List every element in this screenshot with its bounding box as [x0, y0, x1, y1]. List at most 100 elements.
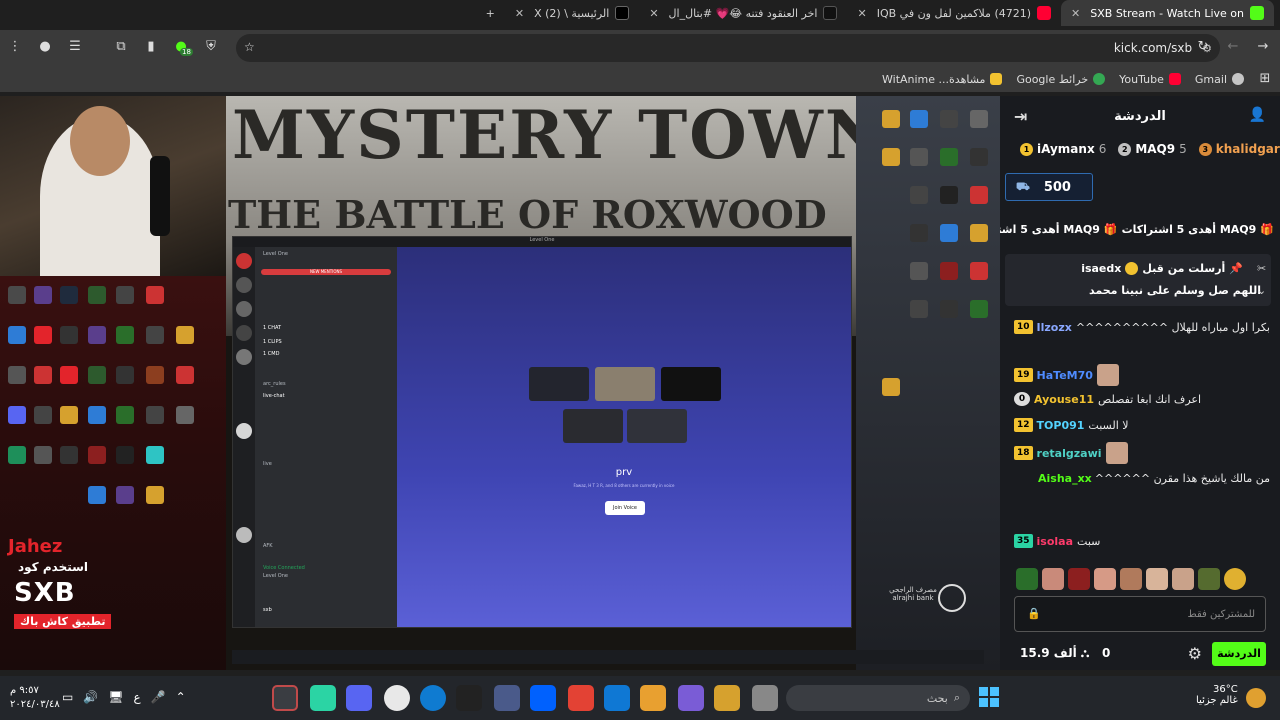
emote-icon[interactable]: [1094, 568, 1116, 590]
apps-grid-icon[interactable]: ⊞: [1258, 70, 1272, 88]
weather-widget[interactable]: 36°C غالم جزئيا: [1196, 684, 1238, 706]
emote-icon[interactable]: [1146, 568, 1168, 590]
chat-input[interactable]: 🔒 للمشتركين فقط: [1014, 596, 1266, 632]
app-icon[interactable]: [752, 685, 778, 711]
app-icon[interactable]: [568, 685, 594, 711]
desktop-icon: [146, 446, 164, 464]
close-tab-icon[interactable]: ✕: [1071, 7, 1080, 20]
tab-kick-stream[interactable]: SXB Stream - Watch Live on ✕: [1061, 0, 1274, 26]
tab-x[interactable]: الرئيسية \ X (2) ✕: [505, 0, 639, 26]
menu-dots-icon[interactable]: ⋮: [6, 38, 24, 56]
bookmark-youtube[interactable]: YouTube: [1119, 73, 1181, 86]
folder-icon: [882, 148, 900, 166]
send-chat-button[interactable]: الدردشة: [1212, 642, 1266, 666]
copilot-app-icon[interactable]: [678, 685, 704, 711]
desktop-icon: [60, 326, 78, 344]
bookmark-star-icon[interactable]: ☆: [244, 40, 255, 54]
language-indicator[interactable]: ع: [134, 690, 141, 704]
unpin-icon[interactable]: ✂: [1257, 262, 1266, 275]
bookmark-maps[interactable]: خرائط Google: [1016, 73, 1106, 86]
forward-icon[interactable]: ←: [1224, 38, 1242, 56]
chat-text: لا السبت: [1088, 418, 1129, 432]
back-icon[interactable]: →: [1254, 38, 1272, 56]
emote-icon[interactable]: [1198, 568, 1220, 590]
chat-username[interactable]: retalgzawi: [1037, 447, 1102, 460]
voice-tile: [563, 409, 623, 443]
tray-chevron-icon[interactable]: ⌃: [176, 690, 186, 704]
rank-badge: 2: [1118, 142, 1132, 156]
edge-app-icon[interactable]: [420, 685, 446, 711]
epic-games-app-icon[interactable]: [456, 685, 482, 711]
chat-username[interactable]: Ayouse11: [1034, 393, 1094, 406]
reading-list-icon[interactable]: ☰: [66, 38, 84, 56]
discord-app-icon[interactable]: [346, 685, 372, 711]
system-clock[interactable]: ٩:٥٧ م ٢٠٢٤/٠٣/٤٨: [10, 684, 60, 712]
extensions-icon[interactable]: ⧉: [112, 38, 130, 56]
close-tab-icon[interactable]: ✕: [857, 7, 866, 20]
tab-label: الرئيسية \ X (2): [534, 6, 610, 20]
shield-icon[interactable]: ⛨: [202, 38, 220, 56]
reload-icon[interactable]: ↻: [1194, 38, 1212, 56]
collapse-chat-icon[interactable]: ⇥: [1014, 107, 1027, 126]
tab-youtube[interactable]: (4721) ملاكمين لفل ون في IQB ✕: [847, 0, 1061, 26]
desktop-icon: [940, 300, 958, 318]
close-tab-icon[interactable]: ✕: [649, 7, 658, 20]
dropbox-app-icon[interactable]: [530, 685, 556, 711]
voice-channel-desc: Fawaz, H T 3 R, and 8 others are current…: [573, 483, 675, 488]
emote-icon[interactable]: [1068, 568, 1090, 590]
telegram-app-icon[interactable]: [272, 685, 298, 711]
stream-player[interactable]: MYSTERY TOWN THE BATTLE OF ROXWOOD Jahez…: [0, 96, 1000, 670]
chrome-app-icon[interactable]: [384, 685, 410, 711]
emote-icon[interactable]: [1172, 568, 1194, 590]
gifter-3[interactable]: 3 khalidgar: [1198, 142, 1280, 156]
youtube-favicon-icon: [1037, 6, 1052, 20]
emote-icon[interactable]: [1042, 568, 1064, 590]
channel-clips: 1 CLIPS: [263, 339, 282, 345]
close-tab-icon[interactable]: ✕: [515, 7, 524, 20]
new-tab-button[interactable]: +: [476, 0, 505, 26]
emote-icon[interactable]: [1016, 568, 1038, 590]
app-icon[interactable]: [494, 685, 520, 711]
chat-username[interactable]: TOP091: [1037, 419, 1085, 432]
emote-bar: [1016, 568, 1246, 590]
chat-username[interactable]: Ilzozx: [1037, 321, 1072, 334]
address-bar[interactable]: ☆ kick.com/sxb ⚙: [236, 34, 1220, 62]
users-icon[interactable]: 👤: [1249, 107, 1266, 123]
mic-icon[interactable]: 🎤: [151, 690, 166, 704]
maps-pin-icon: [1093, 73, 1106, 85]
store-app-icon[interactable]: [640, 685, 666, 711]
chat-username[interactable]: isolaa: [1037, 535, 1074, 548]
desktop-icon: [8, 446, 26, 464]
extension-icon[interactable]: ▮: [142, 38, 160, 56]
desktop-icon: [88, 326, 106, 344]
tab-tiktok[interactable]: اخر العنقود فتنه 😂💗 #بتال_ال ✕: [639, 0, 847, 26]
taskbar-search[interactable]: ⌕ بحث: [786, 685, 970, 711]
network-icon[interactable]: 🖥: [108, 690, 123, 704]
pinned-prefix: أرسلت من قبل: [1142, 262, 1226, 275]
voice-tile: [661, 367, 721, 401]
bookmark-gmail[interactable]: Gmail: [1195, 73, 1244, 86]
desktop-icon: [34, 326, 52, 344]
new-mentions-bar: NEW MENTIONS: [261, 269, 391, 275]
gifter-2[interactable]: 2 MAQ9 5: [1118, 142, 1187, 156]
chat-username[interactable]: HaTeM70: [1037, 369, 1093, 382]
file-explorer-icon[interactable]: [714, 685, 740, 711]
volume-icon[interactable]: 🔊: [83, 690, 98, 704]
gifter-1[interactable]: 1 iAymanx 6: [1020, 142, 1106, 156]
outlook-app-icon[interactable]: [604, 685, 630, 711]
sponsor-brand: Jahez: [8, 536, 63, 557]
chevron-down-icon[interactable]: ⌄: [1257, 284, 1266, 297]
windows-start-icon[interactable]: [979, 687, 999, 707]
pinned-gift-box[interactable]: ⛟ 500: [1005, 173, 1093, 201]
chat-message: Aisha_xx من مالك ياشيخ هذا مقرن ^^^^^^^^…: [1014, 472, 1270, 485]
app-icon[interactable]: [310, 685, 336, 711]
emote-icon[interactable]: [1224, 568, 1246, 590]
emote-icon[interactable]: [1120, 568, 1142, 590]
battery-icon[interactable]: ▭: [62, 690, 73, 704]
rank-badge: 1: [1020, 142, 1033, 156]
pinned-author: 📌 أرسلت من قبل isaedx: [1081, 262, 1243, 275]
chat-username[interactable]: Aisha_xx: [1038, 472, 1092, 485]
profile-avatar-icon[interactable]: ●: [36, 38, 54, 56]
bookmark-witanime[interactable]: مشاهدة... WitAnime: [882, 73, 1003, 86]
settings-gear-icon[interactable]: ⚙: [1188, 644, 1202, 663]
